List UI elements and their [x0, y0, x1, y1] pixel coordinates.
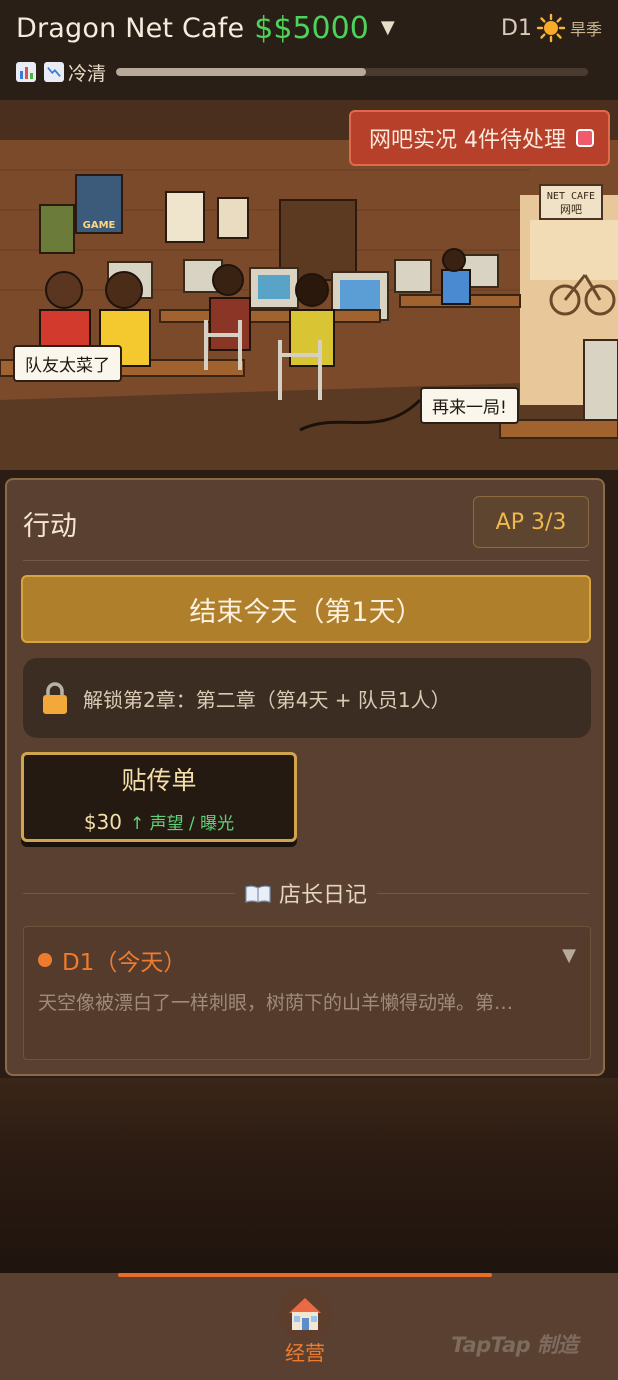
diary-entry[interactable]: D1（今天） ▼ 天空像被漂白了一样刺眼，树荫下的山羊懒得动弹。第…: [23, 926, 591, 1060]
open-book-icon: [245, 884, 271, 903]
end-day-button[interactable]: 结束今天（第1天）: [21, 575, 591, 643]
post-flyer-action-card[interactable]: 贴传单 $30 ↑ 声望 / 曝光: [21, 752, 297, 842]
top-bar: Dragon Net Cafe $$5000 ▼ D1 旱季 冷清: [0, 0, 618, 100]
svg-text:网吧: 网吧: [560, 203, 582, 216]
live-events-label: 网吧实况 4件待处理: [369, 128, 566, 153]
cafe-scene[interactable]: NET CAFE 网吧 GAME 网吧实况 4件待处理 队友太菜了 再来一局!: [0, 100, 618, 470]
diary-day-label: D1（今天）: [62, 950, 187, 976]
divider: [23, 892, 235, 894]
action-meta: $30 ↑ 声望 / 曝光: [24, 809, 294, 834]
diary-header: 店长日记: [23, 877, 590, 909]
mood-progress-bar: [116, 68, 589, 76]
mood-progress-fill: [116, 68, 367, 76]
diary-title: 店长日记: [235, 877, 377, 909]
speech-bubble-right: 再来一局!: [420, 387, 519, 424]
background-texture: [0, 1078, 618, 1273]
chapter-unlock-banner[interactable]: 解锁第2章：第二章（第4天 + 队员1人）: [23, 658, 591, 738]
chevron-down-icon[interactable]: ▼: [381, 17, 395, 38]
unlock-text: 解锁第2章：第二章（第4天 + 队员1人）: [83, 687, 451, 712]
diary-text: 天空像被漂白了一样刺眼，树荫下的山羊懒得动弹。第…: [38, 992, 514, 1014]
status-row: 冷清: [16, 58, 596, 86]
action-points-badge: AP 3/3: [473, 496, 589, 548]
home-icon[interactable]: [278, 1287, 332, 1341]
trend-down-icon[interactable]: [44, 62, 64, 82]
speech-bubble-left: 队友太菜了: [13, 345, 122, 382]
live-events-button[interactable]: 网吧实况 4件待处理: [349, 110, 610, 166]
chevron-down-icon[interactable]: ▼: [562, 945, 576, 966]
cafe-name: Dragon Net Cafe: [16, 12, 245, 44]
mood-label: 冷清: [68, 62, 107, 85]
divider: [23, 560, 589, 561]
title-row: Dragon Net Cafe $$5000 ▼ D1 旱季: [16, 8, 602, 48]
action-cost: $30: [83, 810, 122, 834]
day-indicator: D1 旱季: [501, 13, 602, 43]
day-label: D1: [501, 15, 532, 41]
lock-icon: [41, 681, 69, 715]
today-dot-icon: [38, 953, 52, 967]
bottom-nav: 经营 TapTap 制造: [0, 1273, 618, 1380]
bar-chart-icon[interactable]: [16, 62, 36, 82]
taptap-brand: TapTap 制造: [451, 1333, 578, 1357]
divider: [377, 892, 590, 894]
season-label: 旱季: [569, 20, 602, 39]
active-tab-indicator: [118, 1273, 492, 1277]
sun-icon: [536, 13, 566, 43]
svg-text:GAME: GAME: [83, 220, 116, 231]
panel-title: 行动: [23, 511, 77, 542]
diary-day: D1（今天）: [38, 943, 186, 977]
alert-square-icon: [576, 129, 594, 147]
action-name: 贴传单: [121, 766, 197, 795]
action-effect: ↑ 声望 / 曝光: [130, 814, 235, 834]
action-panel: 行动 AP 3/3 结束今天（第1天） 解锁第2章：第二章（第4天 + 队员1人…: [5, 478, 605, 1076]
money-display[interactable]: $$5000: [254, 11, 369, 46]
diary-title-label: 店长日记: [279, 883, 368, 908]
svg-text:NET CAFE: NET CAFE: [547, 191, 595, 202]
